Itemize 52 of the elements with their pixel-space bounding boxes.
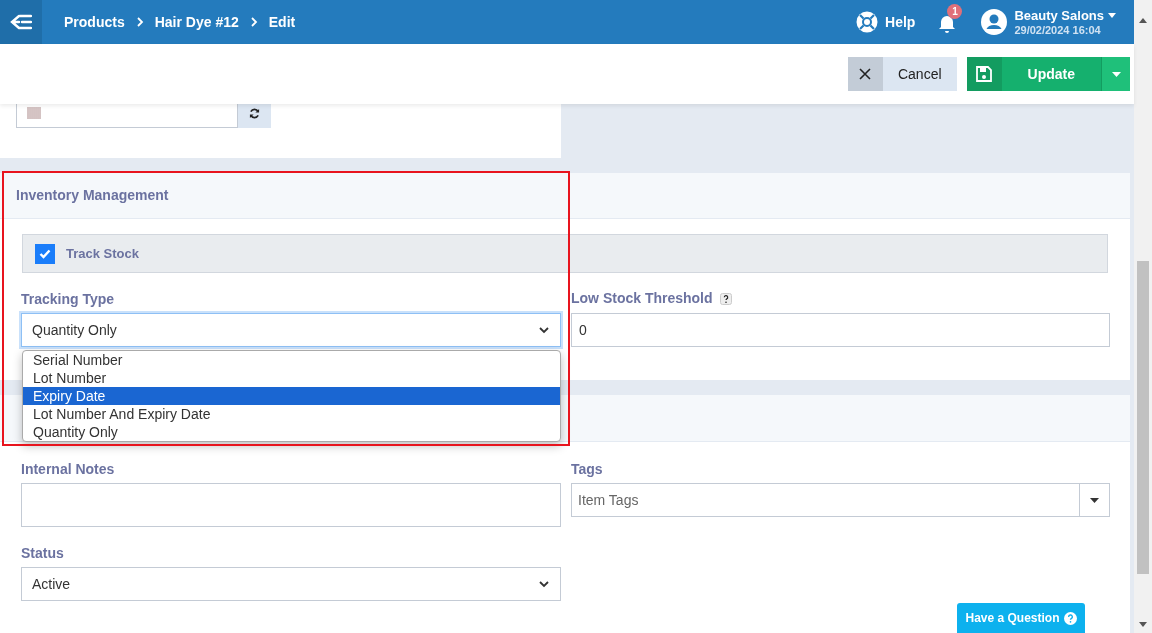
chevron-right-icon [248,17,259,27]
breadcrumb-link[interactable]: Edit [268,11,296,33]
chevron-right-icon [134,17,145,27]
threshold-field[interactable]: 0 [571,313,1110,347]
close-icon [859,68,872,80]
check-icon [39,248,51,259]
dropdown-option[interactable]: Lot Number [23,369,560,387]
caret-icon [1090,497,1099,503]
back-menu-icon [10,14,32,30]
section-title: Inventory Management [16,186,169,205]
checkbox[interactable] [35,243,55,264]
field-label: Tags [571,460,604,478]
breadcrumb-link[interactable]: Hair Dye #12 [154,11,239,33]
dropdown-option[interactable]: Quantity Only [23,423,560,441]
update-options-button[interactable] [1101,57,1130,91]
caret-icon [1111,71,1121,77]
field-label: Tracking Type [21,290,116,308]
scroll-down-icon[interactable] [1139,622,1147,627]
cancel-button[interactable]: Cancel [847,57,957,91]
field-label: Low Stock Threshold [571,289,713,308]
scrollbar[interactable] [1134,0,1152,633]
refresh-button[interactable] [238,104,271,128]
field-label: Status [21,544,65,562]
user-avatar-icon[interactable] [981,9,1008,35]
barcode-field[interactable] [16,104,238,128]
field-label: Internal Notes [21,460,116,478]
notes-field[interactable] [21,483,561,527]
tags-field[interactable]: Item Tags [571,483,1110,517]
barcode-icon [27,107,41,119]
help-icon [1063,611,1077,625]
help-link[interactable]: Help [855,10,916,34]
breadcrumb-link[interactable]: Products [64,11,125,33]
refresh-icon [249,107,260,119]
user-name[interactable]: Beauty Salons [1014,7,1104,23]
status-select[interactable]: Active [21,567,561,601]
save-icon [976,66,993,82]
scroll-up-icon[interactable] [1139,18,1147,23]
chevron-down-icon [538,324,550,336]
caret-icon [1108,12,1116,18]
date-time: 29/02/2024 16:04 [1014,23,1102,37]
scrollbar-thumb[interactable] [1137,261,1149,574]
dropdown-option[interactable]: Lot Number And Expiry Date [23,405,560,423]
tracking-type-select[interactable]: Quantity Only [21,313,561,347]
bell-icon[interactable] [937,14,958,34]
help-icon[interactable] [719,292,732,305]
back-menu-button[interactable] [0,0,42,44]
chevron-down-icon [538,578,550,590]
checkbox-label: Track Stock [66,244,139,263]
dropdown-option[interactable]: Expiry Date [23,387,560,405]
lifebuoy-icon [855,10,880,34]
dropdown-option[interactable]: Serial Number [23,351,560,369]
notification-badge: 1 [947,4,963,19]
